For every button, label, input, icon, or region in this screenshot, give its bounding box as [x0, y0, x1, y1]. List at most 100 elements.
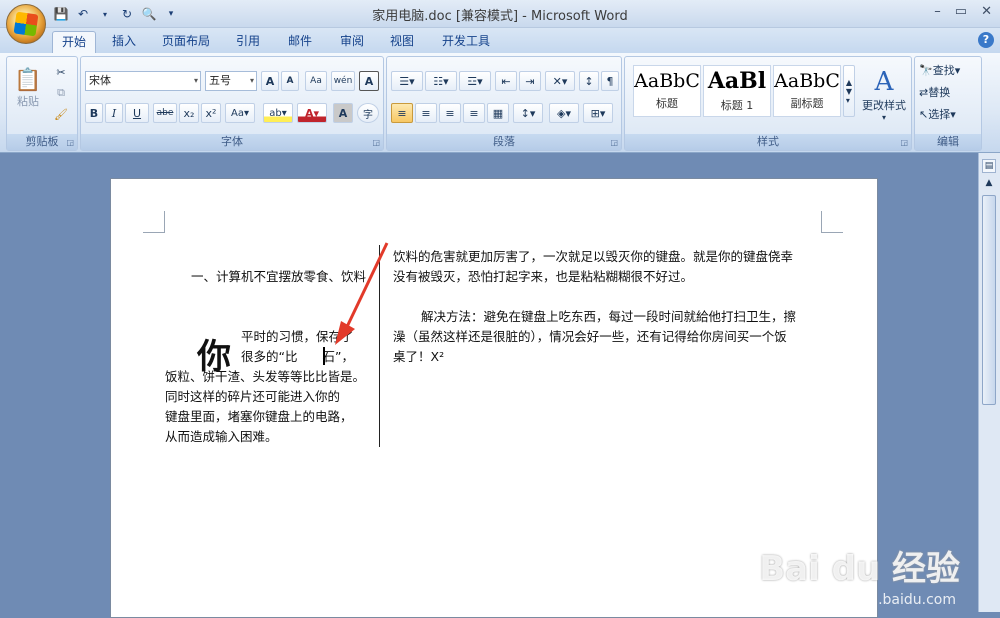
cursor-icon: ↖	[919, 107, 929, 121]
ruler-toggle-icon[interactable]: ▤	[982, 159, 996, 173]
office-button[interactable]	[6, 4, 46, 44]
vertical-scrollbar[interactable]: ▤ ▲	[978, 153, 1000, 612]
enclose-characters-button[interactable]: 字	[357, 103, 379, 123]
style-heading-1[interactable]: AaBl 标题 1	[703, 65, 771, 117]
phonetic-guide-button[interactable]: wén	[331, 71, 355, 91]
paste-icon: 📋	[14, 67, 42, 93]
left-line-2: 很多的“比 石”，	[241, 349, 354, 364]
right-para2-line3: 桌了！X²	[393, 349, 445, 364]
decrease-indent-button[interactable]: ⇤	[495, 71, 517, 91]
clipboard-group: 📋 粘贴 ✂ ⧉ 🖌 剪贴板 ◲	[6, 56, 78, 151]
subscript-button[interactable]: x₂	[179, 103, 199, 123]
left-line-4: 同时这样的碎片还可能进入你的	[165, 389, 341, 404]
grow-font-button[interactable]: A	[261, 71, 279, 91]
find-button[interactable]: 🔭 查找 ▾	[919, 61, 979, 79]
red-arrow-annotation	[335, 242, 389, 345]
font-name-select[interactable]: 宋体 ▾	[85, 71, 201, 91]
align-right-button[interactable]: ≡	[439, 103, 461, 123]
close-button[interactable]: ✕	[981, 4, 992, 19]
highlight-button[interactable]: ab ▾	[263, 103, 293, 123]
italic-button[interactable]: I	[105, 103, 123, 123]
font-color-button[interactable]: A ▾	[297, 103, 327, 123]
baidu-watermark-url: jingyan.baidu.com	[826, 592, 956, 608]
numbering-button[interactable]: ☷▾	[425, 71, 457, 91]
chinese-layout-button[interactable]: ✕▾	[545, 71, 575, 91]
show-marks-button[interactable]: ¶	[601, 71, 619, 91]
tab-mailings[interactable]: 邮件	[280, 31, 320, 53]
character-border-button[interactable]: A	[359, 71, 379, 91]
styles-launcher-icon[interactable]: ◲	[900, 138, 908, 147]
restore-button[interactable]: ▭	[955, 4, 967, 19]
left-line-5: 键盘里面，堵塞你键盘上的电路，	[165, 409, 353, 424]
clipboard-launcher-icon[interactable]: ◲	[66, 138, 74, 147]
right-para1-line2: 没有被毁灭，恐怕打起字来，也是粘粘糊糊很不好过。	[393, 269, 694, 284]
underline-button[interactable]: U	[125, 103, 149, 123]
clear-formatting-button[interactable]: Aa	[305, 71, 327, 91]
paragraph-launcher-icon[interactable]: ◲	[610, 138, 618, 147]
tab-developer[interactable]: 开发工具	[434, 31, 498, 53]
font-label: 字体	[81, 134, 383, 150]
borders-button[interactable]: ⊞▾	[583, 103, 613, 123]
margin-corner-top-left	[143, 211, 165, 233]
sort-button[interactable]: ↕	[579, 71, 599, 91]
left-line-3: 饭粒、饼干渣、头发等等比比皆是。	[165, 369, 366, 384]
editing-group: 🔭 查找 ▾ ⇄ 替换 ↖ 选择 ▾ 编辑	[914, 56, 982, 151]
style-subtitle[interactable]: AaBbC 副标题	[773, 65, 841, 117]
office-logo-icon	[13, 11, 39, 37]
strikethrough-button[interactable]: abe	[153, 103, 177, 123]
tab-review[interactable]: 审阅	[332, 31, 372, 53]
scroll-up-icon[interactable]: ▲	[982, 177, 996, 191]
format-painter-icon[interactable]: 🖌	[51, 105, 71, 123]
paste-button[interactable]: 📋 粘贴	[13, 63, 43, 113]
right-para2-line2: 澡（虽然这样还是很脏的），情况会好一些，还有记得给你房间买一个饭	[393, 329, 787, 344]
paragraph-group: ☰▾ ☷▾ ☲▾ ⇤ ⇥ ✕▾ ↕ ¶ ≡ ≡ ≡ ≡ ▦ ↕▾ ◈▾ ⊞▾ 段…	[386, 56, 622, 151]
minimize-button[interactable]: –	[934, 4, 941, 19]
tab-view[interactable]: 视图	[382, 31, 422, 53]
bullets-button[interactable]: ☰▾	[391, 71, 423, 91]
increase-indent-button[interactable]: ⇥	[519, 71, 541, 91]
align-center-button[interactable]: ≡	[415, 103, 437, 123]
distributed-button[interactable]: ▦	[487, 103, 509, 123]
title-bar: 💾 ↶ ▾ ↻ 🔍 ▾ 家用电脑.doc [兼容模式] - Microsoft …	[0, 0, 1000, 28]
help-icon[interactable]: ?	[978, 32, 994, 48]
cut-icon[interactable]: ✂	[51, 63, 71, 81]
change-styles-icon: A	[874, 66, 894, 97]
font-group: 宋体 ▾ 五号 ▾ A A Aa wén A B I U abe x₂ x² Aa ▾…	[80, 56, 384, 151]
change-styles-button[interactable]: A 更改样式 ▾	[859, 63, 909, 125]
shrink-font-button[interactable]: A	[281, 71, 299, 91]
select-button[interactable]: ↖ 选择 ▾	[919, 105, 979, 123]
tab-insert[interactable]: 插入	[104, 31, 144, 53]
right-para1-line1: 饮料的危害就更加厉害了，一次就足以毁灭你的键盘。就是你的键盘侥幸	[393, 249, 794, 264]
margin-corner-top-right	[821, 211, 843, 233]
shading-button[interactable]: ◈▾	[549, 103, 579, 123]
left-line-6: 从而造成输入困难。	[165, 429, 278, 444]
right-para2-line1: 解决方法：避免在键盘上吃东西，每过一段时间就給他打扫卫生，擦	[421, 309, 797, 324]
character-shading-button[interactable]: A	[333, 103, 353, 123]
font-launcher-icon[interactable]: ◲	[372, 138, 380, 147]
align-left-button[interactable]: ≡	[391, 103, 413, 123]
styles-scroll[interactable]: ▲ ▼ ▾	[843, 65, 855, 117]
baidu-watermark: Bai du 经验	[759, 549, 960, 589]
superscript-button[interactable]: x²	[201, 103, 221, 123]
replace-button[interactable]: ⇄ 替换	[919, 83, 979, 101]
scroll-thumb[interactable]	[982, 195, 996, 405]
window-controls: – ▭ ✕	[934, 4, 992, 19]
line-spacing-button[interactable]: ↕▾	[513, 103, 543, 123]
ribbon-tabs: 开始 插入 页面布局 引用 邮件 审阅 视图 开发工具 ?	[0, 28, 1000, 53]
copy-icon[interactable]: ⧉	[51, 84, 71, 102]
editing-label: 编辑	[915, 134, 981, 150]
window-title: 家用电脑.doc [兼容模式] - Microsoft Word	[372, 9, 628, 24]
tab-page-layout[interactable]: 页面布局	[152, 31, 220, 53]
styles-label: 样式	[625, 134, 911, 150]
tab-home[interactable]: 开始	[52, 31, 96, 53]
styles-group: AaBbC 标题 AaBl 标题 1 AaBbC 副标题 ▲ ▼ ▾ A 更改样式 …	[624, 56, 912, 151]
justify-button[interactable]: ≡	[463, 103, 485, 123]
change-case-button[interactable]: Aa ▾	[225, 103, 255, 123]
tab-references[interactable]: 引用	[228, 31, 268, 53]
bold-button[interactable]: B	[85, 103, 103, 123]
chevron-down-icon: ▾	[881, 112, 886, 122]
ribbon: 📋 粘贴 ✂ ⧉ 🖌 剪贴板 ◲ 宋体 ▾ 五号 ▾ A A Aa wén A B …	[0, 53, 1000, 153]
multilevel-list-button[interactable]: ☲▾	[459, 71, 491, 91]
style-title[interactable]: AaBbC 标题	[633, 65, 701, 117]
font-size-select[interactable]: 五号 ▾	[205, 71, 257, 91]
